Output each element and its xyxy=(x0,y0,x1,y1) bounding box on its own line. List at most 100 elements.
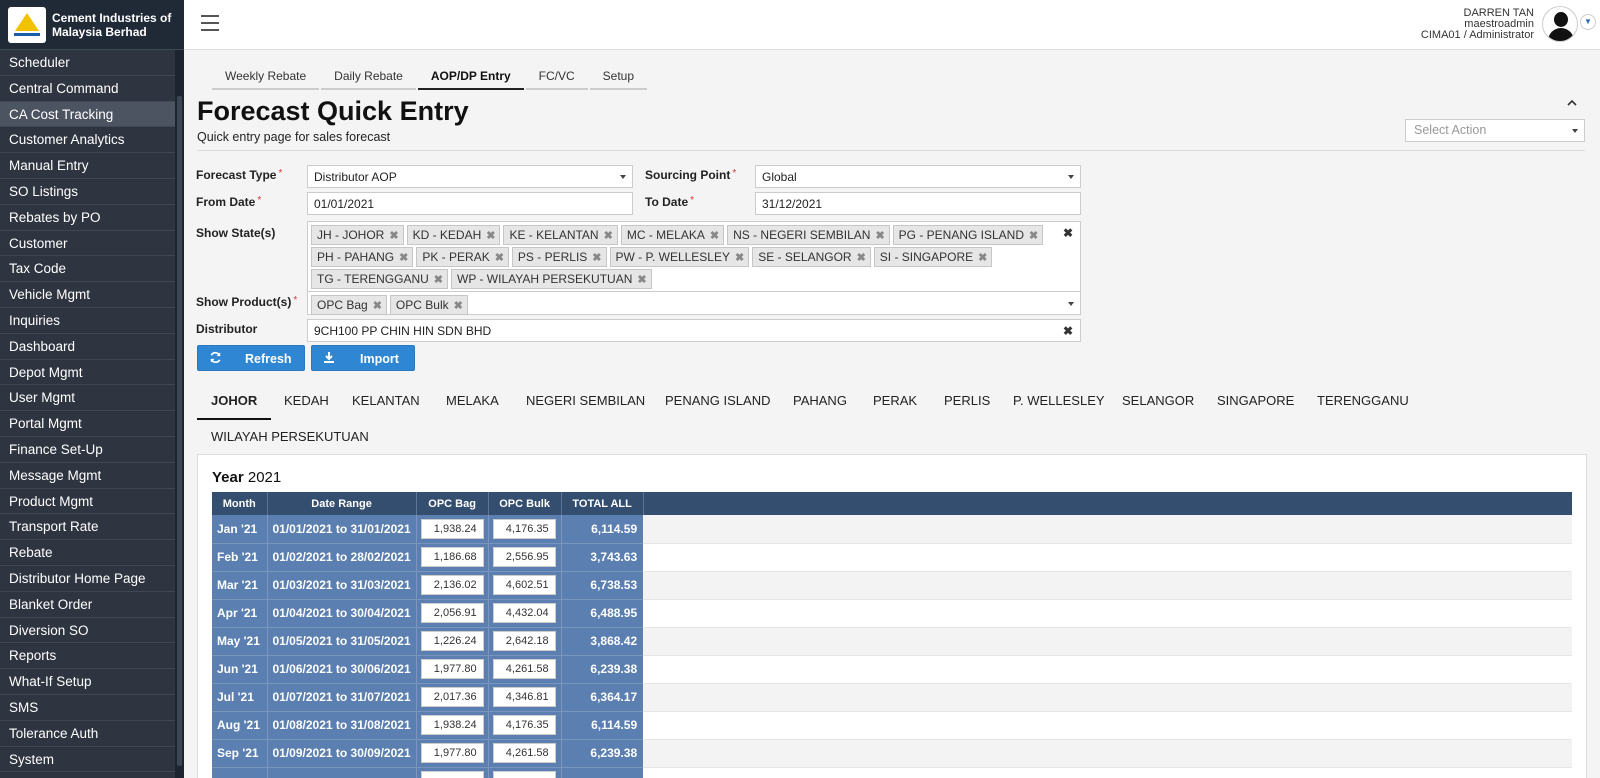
opc-bag-input[interactable] xyxy=(420,771,484,778)
sidebar-item-diversion-so[interactable]: Diversion SO xyxy=(0,617,184,644)
sidebar-item-sms[interactable]: SMS xyxy=(0,694,184,721)
sidebar-item-manual-entry[interactable]: Manual Entry xyxy=(0,153,184,179)
remove-tag-close-icon[interactable]: ✖ xyxy=(486,230,495,242)
state-tab-singapore[interactable]: SINGAPORE xyxy=(1203,385,1308,420)
state-tab-p-wellesley[interactable]: P. WELLESLEY xyxy=(999,385,1119,420)
sidebar-item-vehicle-mgmt[interactable]: Vehicle Mgmt xyxy=(0,282,184,308)
state-tab-johor[interactable]: JOHOR xyxy=(197,385,272,420)
tab-fc-vc[interactable]: FC/VC xyxy=(525,66,588,90)
sidebar-item-message-mgmt[interactable]: Message Mgmt xyxy=(0,462,184,489)
hamburger-menu-icon[interactable] xyxy=(201,15,219,31)
sidebar-item-dashboard[interactable]: Dashboard xyxy=(0,333,184,360)
user-menu-chevron-down-icon[interactable]: ▼ xyxy=(1580,14,1596,30)
remove-tag-close-icon[interactable]: ✖ xyxy=(875,230,884,242)
sidebar-item-central-command[interactable]: Central Command xyxy=(0,75,184,102)
tab-weekly-rebate[interactable]: Weekly Rebate xyxy=(212,66,320,90)
remove-tag-close-icon[interactable]: ✖ xyxy=(454,300,463,312)
column-header-date-range[interactable]: Date Range xyxy=(267,492,417,515)
remove-tag-close-icon[interactable]: ✖ xyxy=(735,252,744,264)
remove-tag-close-icon[interactable]: ✖ xyxy=(373,300,382,312)
sidebar-item-ca-cost-tracking[interactable]: CA Cost Tracking xyxy=(0,101,184,128)
sidebar-item-so-listings[interactable]: SO Listings xyxy=(0,178,184,205)
sidebar-item-inquiries[interactable]: Inquiries xyxy=(0,307,184,334)
opc-bag-input[interactable]: 1,977.80 xyxy=(420,743,484,763)
state-tab-negeri-sembilan[interactable]: NEGERI SEMBILAN xyxy=(512,385,659,420)
state-tab-perak[interactable]: PERAK xyxy=(859,385,931,420)
clear-distributor-close-icon[interactable]: ✖ xyxy=(1063,324,1073,338)
clear-states-close-icon[interactable]: ✖ xyxy=(1063,226,1073,240)
opc-bulk-input[interactable]: 2,642.18 xyxy=(492,631,556,651)
sidebar-item-user-mgmt[interactable]: User Mgmt xyxy=(0,385,184,412)
opc-bag-input[interactable]: 1,938.24 xyxy=(420,715,484,735)
tab-aop-dp-entry[interactable]: AOP/DP Entry xyxy=(417,66,524,90)
state-tab-selangor[interactable]: SELANGOR xyxy=(1108,385,1208,420)
avatar[interactable] xyxy=(1542,6,1578,42)
refresh-button[interactable]: Refresh xyxy=(197,345,305,371)
remove-tag-close-icon[interactable]: ✖ xyxy=(592,252,601,264)
logo-area[interactable]: Cement Industries of Malaysia Berhad xyxy=(0,0,184,50)
opc-bulk-input[interactable]: 4,176.35 xyxy=(492,715,556,735)
opc-bag-input[interactable]: 1,977.80 xyxy=(420,659,484,679)
remove-tag-close-icon[interactable]: ✖ xyxy=(857,252,866,264)
opc-bag-input[interactable]: 2,017.36 xyxy=(420,687,484,707)
sidebar-item-reports[interactable]: Reports xyxy=(0,643,184,670)
opc-bulk-input[interactable]: 4,176.35 xyxy=(492,518,556,539)
opc-bag-input[interactable]: 1,186.68 xyxy=(420,547,484,567)
opc-bag-input[interactable]: 1,226.24 xyxy=(420,631,484,651)
sidebar-item-rebates-by-po[interactable]: Rebates by PO xyxy=(0,204,184,231)
sidebar-item-finance-set-up[interactable]: Finance Set-Up xyxy=(0,436,184,463)
remove-tag-close-icon[interactable]: ✖ xyxy=(637,274,646,286)
remove-tag-close-icon[interactable]: ✖ xyxy=(389,230,398,242)
opc-bag-input[interactable]: 2,136.02 xyxy=(420,575,484,595)
sidebar-item-customer-analytics[interactable]: Customer Analytics xyxy=(0,127,184,154)
opc-bulk-input[interactable]: 2,556.95 xyxy=(492,547,556,567)
sidebar-item-rebate[interactable]: Rebate xyxy=(0,540,184,566)
states-multiselect[interactable]: JH - JOHOR ✖ KD - KEDAH ✖ KE - KELANTAN ✖ MC -… xyxy=(307,221,1081,293)
column-header-total-all[interactable]: TOTAL ALL xyxy=(561,492,644,515)
remove-tag-close-icon[interactable]: ✖ xyxy=(978,252,987,264)
remove-tag-close-icon[interactable]: ✖ xyxy=(710,230,719,242)
state-tab-wilayah-persekutuan[interactable]: WILAYAH PERSEKUTUAN xyxy=(197,421,383,456)
collapse-chevron-up-icon[interactable] xyxy=(1567,98,1577,108)
sidebar-item-transport-rate[interactable]: Transport Rate xyxy=(0,514,184,541)
to-date-field[interactable]: 31/12/2021 xyxy=(755,192,1081,215)
sourcing-point-select[interactable]: Global xyxy=(755,165,1081,188)
sidebar-item-tax-code[interactable]: Tax Code xyxy=(0,256,184,283)
sidebar-item-tolerance-auth[interactable]: Tolerance Auth xyxy=(0,720,184,747)
opc-bag-input[interactable]: 1,938.24 xyxy=(420,518,484,539)
column-header-month[interactable]: Month xyxy=(212,492,268,515)
state-tab-terengganu[interactable]: TERENGGANU xyxy=(1303,385,1423,420)
opc-bulk-input[interactable]: 4,432.04 xyxy=(492,603,556,623)
state-tab-penang-island[interactable]: PENANG ISLAND xyxy=(651,385,784,420)
opc-bulk-input[interactable]: 4,261.58 xyxy=(492,659,556,679)
select-action-dropdown[interactable]: Select Action xyxy=(1405,119,1585,142)
tab-daily-rebate[interactable]: Daily Rebate xyxy=(321,66,416,90)
sidebar-item-scheduler[interactable]: Scheduler xyxy=(0,50,184,76)
distributor-select[interactable]: 9CH100 PP CHIN HIN SDN BHD ✖ xyxy=(307,319,1081,342)
state-tab-pahang[interactable]: PAHANG xyxy=(779,385,861,420)
forecast-type-select[interactable]: Distributor AOP xyxy=(307,165,633,188)
remove-tag-close-icon[interactable]: ✖ xyxy=(434,274,443,286)
sidebar-item-system[interactable]: System xyxy=(0,746,184,773)
opc-bulk-input[interactable]: 4,346.81 xyxy=(492,687,556,707)
remove-tag-close-icon[interactable]: ✖ xyxy=(495,252,504,264)
opc-bulk-input[interactable] xyxy=(492,771,556,778)
products-multiselect[interactable]: OPC Bag ✖ OPC Bulk ✖ xyxy=(307,291,1081,315)
remove-tag-close-icon[interactable]: ✖ xyxy=(604,230,613,242)
column-header-opc-bag[interactable]: OPC Bag xyxy=(416,492,489,515)
sidebar-item-depot-mgmt[interactable]: Depot Mgmt xyxy=(0,359,184,386)
sidebar-item-distributor-home-page[interactable]: Distributor Home Page xyxy=(0,565,184,592)
opc-bulk-input[interactable]: 4,261.58 xyxy=(492,743,556,763)
state-tab-melaka[interactable]: MELAKA xyxy=(432,385,513,420)
sidebar-scrollbar-thumb[interactable] xyxy=(177,96,182,766)
sidebar-item-product-mgmt[interactable]: Product Mgmt xyxy=(0,488,184,515)
tab-setup[interactable]: Setup xyxy=(589,66,648,90)
import-button[interactable]: Import xyxy=(311,345,415,371)
remove-tag-close-icon[interactable]: ✖ xyxy=(399,252,408,264)
state-tab-perlis[interactable]: PERLIS xyxy=(930,385,1004,420)
opc-bulk-input[interactable]: 4,602.51 xyxy=(492,575,556,595)
from-date-field[interactable]: 01/01/2021 xyxy=(307,192,633,215)
sidebar-item-customer[interactable]: Customer xyxy=(0,230,184,257)
remove-tag-close-icon[interactable]: ✖ xyxy=(1029,230,1038,242)
sidebar-item-what-if-setup[interactable]: What-If Setup xyxy=(0,669,184,695)
